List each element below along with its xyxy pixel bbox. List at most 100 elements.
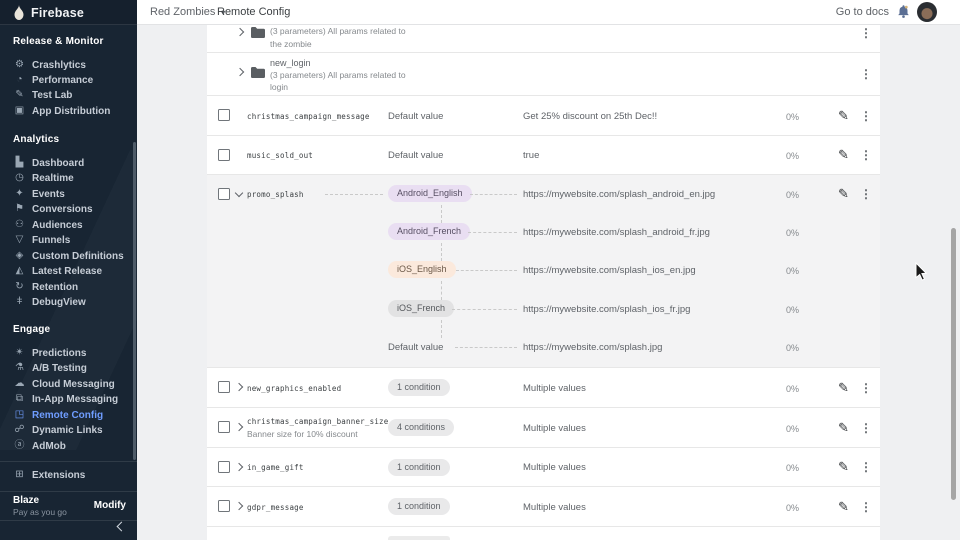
connector-vdash xyxy=(441,205,442,223)
more-menu-icon[interactable]: ⋮ xyxy=(860,149,872,162)
group-description: (3 parameters) All params related to xyxy=(270,26,406,36)
row-checkbox[interactable] xyxy=(218,461,230,473)
row-checkbox[interactable] xyxy=(218,188,230,200)
admob-icon: ⓐ xyxy=(12,439,27,453)
in-app-messaging-icon: ⧉ xyxy=(12,392,27,406)
sidebar-item-label: Dynamic Links xyxy=(32,425,103,436)
sidebar-item-realtime[interactable]: ◷ Realtime xyxy=(0,171,137,185)
sidebar-item-label: Extensions xyxy=(32,470,85,481)
parameter-value: Get 25% discount on 25th Dec!! xyxy=(523,111,657,122)
chevron-right-icon[interactable] xyxy=(236,28,244,36)
sidebar-item-retention[interactable]: ↻ Retention xyxy=(0,280,137,294)
go-to-docs-link[interactable]: Go to docs xyxy=(836,6,889,18)
row-checkbox[interactable] xyxy=(218,500,230,512)
sidebar-item-extensions[interactable]: ⊞ Extensions xyxy=(0,468,137,482)
edit-pencil-icon[interactable]: ✎ xyxy=(838,421,849,435)
sidebar-item-label: Events xyxy=(32,189,65,200)
sidebar-item-admob[interactable]: ⓐ AdMob xyxy=(0,439,137,453)
plan-subtitle: Pay as you go xyxy=(13,507,67,517)
more-menu-icon[interactable]: ⋮ xyxy=(860,422,872,435)
more-menu-icon[interactable]: ⋮ xyxy=(860,68,872,81)
section-title-release-monitor: Release & Monitor xyxy=(13,36,104,47)
table-row-parameter: in_game_gift 1 condition Multiple values… xyxy=(207,448,880,487)
connector-vdash xyxy=(441,243,442,261)
row-checkbox[interactable] xyxy=(218,149,230,161)
chevron-right-icon[interactable] xyxy=(235,502,243,510)
row-checkbox[interactable] xyxy=(218,109,230,121)
sidebar-item-cloud-messaging[interactable]: ☁ Cloud Messaging xyxy=(0,377,137,391)
folder-icon xyxy=(251,27,265,38)
project-name: Red Zombies xyxy=(150,6,215,18)
connector-dash xyxy=(325,194,383,195)
sidebar-divider xyxy=(0,520,137,521)
sidebar-item-predictions[interactable]: ✴ Predictions xyxy=(0,346,137,360)
sidebar-item-dynamic-links[interactable]: ☍ Dynamic Links xyxy=(0,423,137,437)
connector-dash xyxy=(456,270,517,271)
edit-pencil-icon[interactable]: ✎ xyxy=(838,500,849,514)
sidebar-item-performance[interactable]: ◔ Performance xyxy=(0,73,137,87)
sidebar-item-ab-testing[interactable]: ⚗ A/B Testing xyxy=(0,361,137,375)
sidebar-item-label: Crashlytics xyxy=(32,60,86,71)
more-menu-icon[interactable]: ⋮ xyxy=(860,188,872,201)
sidebar-collapse-chevron-icon[interactable] xyxy=(116,523,124,531)
table-row-parameter: new_graphics_enabled 1 condition Multipl… xyxy=(207,368,880,408)
test-lab-icon: ✎ xyxy=(12,88,27,102)
plan-modify-button[interactable]: Modify xyxy=(94,500,126,511)
alerts-bell-icon[interactable] xyxy=(897,4,910,19)
sidebar-item-conversions[interactable]: ⚑ Conversions xyxy=(0,202,137,216)
connector-dash xyxy=(470,194,517,195)
chevron-down-icon[interactable] xyxy=(235,189,243,197)
sidebar-item-debugview[interactable]: ǂ DebugView xyxy=(0,295,137,309)
sidebar-item-latest-release[interactable]: ◭ Latest Release xyxy=(0,264,137,278)
page-scrollbar[interactable] xyxy=(951,228,956,500)
table-row-parameter: music_sold_out Default value true 0% ✎ ⋮ xyxy=(207,136,880,175)
edit-pencil-icon[interactable]: ✎ xyxy=(838,460,849,474)
more-menu-icon[interactable]: ⋮ xyxy=(860,110,872,123)
condition-pill: Android_French xyxy=(388,223,470,240)
edit-pencil-icon[interactable]: ✎ xyxy=(838,381,849,395)
group-name: new_login xyxy=(270,58,311,68)
sidebar-item-test-lab[interactable]: ✎ Test Lab xyxy=(0,88,137,102)
more-menu-icon[interactable]: ⋮ xyxy=(860,501,872,514)
latest-release-icon: ◭ xyxy=(12,264,27,278)
project-selector[interactable]: Red Zombies▾ xyxy=(150,6,225,18)
sidebar-item-audiences[interactable]: ⚇ Audiences xyxy=(0,218,137,232)
edit-pencil-icon[interactable]: ✎ xyxy=(838,148,849,162)
sidebar-item-custom-definitions[interactable]: ◈ Custom Definitions xyxy=(0,249,137,263)
sidebar-item-app-distribution[interactable]: ▣ App Distribution xyxy=(0,104,137,118)
row-checkbox[interactable] xyxy=(218,381,230,393)
chevron-right-icon[interactable] xyxy=(235,423,243,431)
firebase-flame-icon xyxy=(13,5,25,20)
edit-pencil-icon[interactable]: ✎ xyxy=(838,109,849,123)
firebase-brand[interactable]: Firebase xyxy=(0,0,137,25)
table-row-parameter: christmas_campaign_message Default value… xyxy=(207,96,880,136)
sidebar-item-label: Custom Definitions xyxy=(32,251,124,262)
sidebar-item-label: Realtime xyxy=(32,173,74,184)
row-checkbox[interactable] xyxy=(218,421,230,433)
realtime-icon: ◷ xyxy=(12,171,27,185)
more-menu-icon[interactable]: ⋮ xyxy=(860,461,872,474)
folder-icon xyxy=(251,67,265,78)
sidebar-item-events[interactable]: ✦ Events xyxy=(0,187,137,201)
connector-vdash xyxy=(441,281,442,300)
more-menu-icon[interactable]: ⋮ xyxy=(860,27,872,40)
sidebar-item-remote-config[interactable]: ◳ Remote Config xyxy=(0,408,137,422)
chevron-right-icon[interactable] xyxy=(235,383,243,391)
parameter-name: new_graphics_enabled xyxy=(247,384,341,393)
sidebar-item-in-app-messaging[interactable]: ⧉ In-App Messaging xyxy=(0,392,137,406)
more-menu-icon[interactable]: ⋮ xyxy=(860,382,872,395)
ab-testing-icon: ⚗ xyxy=(12,361,27,375)
sidebar-scrollbar[interactable] xyxy=(133,142,136,460)
chevron-right-icon[interactable] xyxy=(235,463,243,471)
parameter-name: gdpr_message xyxy=(247,503,304,512)
sidebar-item-funnels[interactable]: ▽ Funnels xyxy=(0,233,137,247)
sidebar-item-crashlytics[interactable]: ⚙ Crashlytics xyxy=(0,58,137,72)
sidebar-item-dashboard[interactable]: ▙ Dashboard xyxy=(0,156,137,170)
condition-pill: iOS_English xyxy=(388,261,456,278)
avatar[interactable] xyxy=(917,2,937,22)
edit-pencil-icon[interactable]: ✎ xyxy=(838,187,849,201)
chevron-right-icon[interactable] xyxy=(236,68,244,76)
rollout-percent: 0% xyxy=(786,384,799,394)
condition-label: Default value xyxy=(388,111,443,122)
breadcrumb[interactable]: Remote Config xyxy=(217,6,290,18)
